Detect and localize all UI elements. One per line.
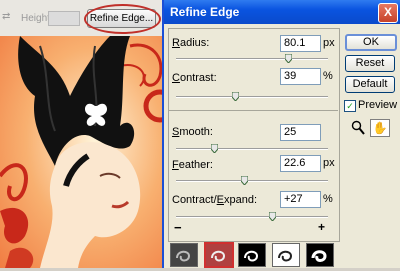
contrast-input[interactable]: 39 bbox=[280, 68, 321, 85]
minus-sign: − bbox=[174, 220, 182, 235]
feather-slider-thumb[interactable] bbox=[240, 176, 248, 185]
ok-button[interactable]: OK bbox=[345, 34, 397, 51]
preview-label: Preview bbox=[358, 99, 398, 111]
radius-input[interactable]: 80.1 bbox=[280, 35, 321, 52]
artwork-illustration bbox=[0, 36, 177, 268]
view-mode-on-black[interactable] bbox=[238, 243, 266, 267]
canvas-artwork bbox=[0, 36, 177, 268]
feather-slider-track[interactable] bbox=[176, 180, 328, 182]
radius-slider-track[interactable] bbox=[176, 58, 328, 60]
contract-expand-label: Contract/Expand: bbox=[172, 194, 258, 206]
reset-button[interactable]: Reset bbox=[345, 55, 395, 72]
feather-label: Feather: bbox=[172, 159, 213, 171]
zoom-tool-icon[interactable] bbox=[351, 120, 365, 136]
default-button[interactable]: Default bbox=[345, 76, 395, 93]
view-mode-standard[interactable] bbox=[170, 243, 198, 267]
contrast-unit: % bbox=[323, 70, 333, 82]
highlight-circle bbox=[84, 4, 161, 34]
separator bbox=[168, 110, 338, 111]
smooth-label: Smooth: bbox=[172, 126, 213, 138]
double-arrow-icon: ⇄ bbox=[2, 11, 11, 22]
smooth-slider-thumb[interactable] bbox=[210, 144, 218, 153]
contract-expand-unit: % bbox=[323, 193, 333, 205]
smooth-input[interactable]: 25 bbox=[280, 124, 321, 141]
smooth-slider-track[interactable] bbox=[176, 148, 328, 150]
contract-expand-slider-thumb[interactable] bbox=[269, 212, 277, 221]
view-mode-quick-mask[interactable] bbox=[204, 242, 234, 268]
contract-expand-input[interactable]: +27 bbox=[280, 191, 321, 208]
contrast-label: Contrast: bbox=[172, 72, 217, 84]
view-mode-on-white[interactable] bbox=[272, 243, 300, 267]
feather-unit: px bbox=[323, 157, 335, 169]
title-bar[interactable]: Refine Edge X bbox=[164, 0, 400, 24]
plus-sign: + bbox=[318, 220, 326, 234]
view-mode-mask[interactable] bbox=[306, 243, 334, 267]
contract-expand-slider-track[interactable] bbox=[176, 216, 328, 218]
options-bar: ⇄ Height: Refine Edge... bbox=[0, 0, 170, 37]
dialog-title: Refine Edge bbox=[170, 5, 240, 19]
radius-unit: px bbox=[323, 37, 335, 49]
feather-input[interactable]: 22.6 bbox=[280, 155, 321, 172]
hand-tool-icon[interactable]: ✋ bbox=[370, 119, 390, 137]
contrast-slider-track[interactable] bbox=[176, 96, 328, 98]
radius-slider-thumb[interactable] bbox=[284, 54, 292, 63]
refine-edge-dialog: Refine Edge X Radius: 80.1 px Contrast: … bbox=[162, 0, 400, 268]
radius-label: Radius: bbox=[172, 37, 210, 49]
contrast-slider-thumb[interactable] bbox=[231, 92, 239, 101]
height-input[interactable] bbox=[48, 11, 80, 26]
preview-checkbox[interactable]: ✓ bbox=[344, 100, 356, 112]
close-button[interactable]: X bbox=[378, 3, 398, 23]
